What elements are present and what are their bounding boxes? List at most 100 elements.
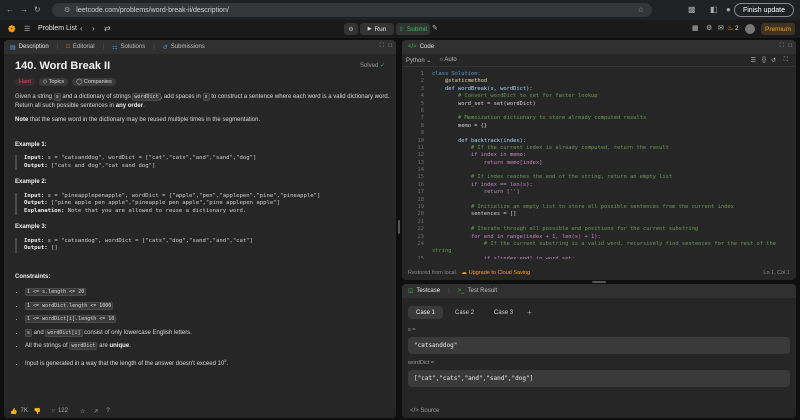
inline-code: wordDict [132, 93, 161, 101]
premium-button[interactable]: Premium [761, 23, 795, 35]
settings-icon[interactable]: ⚙ [706, 24, 712, 32]
line-number: 14 [417, 167, 425, 174]
share-icon[interactable]: ↗ [93, 408, 98, 415]
example-block: Input: s = "catsanddog", wordDict = ["ca… [15, 155, 385, 170]
address-bar[interactable]: ⚙ leetcode.com/problems/word-break-ii/de… [52, 3, 652, 17]
run-button[interactable]: ▶ Run [360, 23, 394, 35]
auto-toggle[interactable]: ○ Auto [439, 57, 456, 63]
tab-editorial[interactable]: □ Editorial [66, 44, 94, 50]
layout-icon[interactable]: ▦ [692, 24, 699, 32]
constraint-item: 1 <= s.length <= 20 [25, 286, 385, 300]
input-label: Input: [24, 155, 45, 161]
code-line: 9 [402, 130, 796, 137]
problem-title[interactable]: 140. Word Break II [15, 61, 110, 71]
like-count: 7K [20, 408, 28, 414]
line-number: 18 [417, 196, 425, 203]
code-editor[interactable]: 1 class Solution: 2 @staticmethod 3 def wor… [402, 67, 796, 259]
tab-divider: | [102, 44, 105, 50]
tab-test-result[interactable]: >_ Test Result [458, 288, 498, 294]
line-number [402, 248, 432, 255]
constraints-title: Constraints: [15, 273, 51, 280]
code-collapse-icon[interactable]: □ [788, 43, 792, 49]
braces-icon[interactable]: {} [762, 57, 766, 63]
problem-list-link[interactable]: Problem List [38, 25, 77, 32]
finish-update-button[interactable]: Finish update [733, 3, 794, 17]
tab-code[interactable]: </> Code [408, 44, 434, 50]
statement-text: , add spaces in [160, 94, 203, 100]
tab-testcase[interactable]: ☑ Testcase [408, 288, 440, 295]
constraint-bold: unique [109, 343, 130, 349]
tab-submissions[interactable]: ↺ Submissions [163, 44, 205, 51]
comment-icon[interactable]: ○ [51, 408, 55, 414]
constraint-text: are [97, 343, 110, 349]
reload-icon[interactable]: ↻ [34, 5, 41, 14]
submit-button[interactable]: ⇧ Submit [396, 23, 430, 35]
dislike-icon[interactable]: 👎 [34, 408, 41, 415]
tab-testcase-label: Testcase [416, 288, 441, 294]
site-info-icon[interactable]: ⚙ [64, 6, 70, 14]
problem-list-icon[interactable]: ☰ [24, 25, 30, 33]
description-panel: ▤ Description | □ Editorial | ⚏ Solutions |… [4, 40, 396, 418]
statement-bold: any order [115, 102, 144, 109]
constraint-text: Input is generated in a way that the len… [25, 360, 225, 367]
terminal-icon: >_ [457, 288, 465, 294]
back-icon[interactable]: ← [6, 5, 14, 14]
code-line: 20 sentences = [] [402, 211, 796, 218]
case-tab-2[interactable]: Case 2 [447, 306, 482, 319]
shuffle-icon[interactable]: ⇄ [104, 24, 111, 33]
prev-problem-icon[interactable]: ‹ [80, 24, 83, 33]
constraints-list: 1 <= s.length <= 20 1 <= wordDict.length… [15, 286, 385, 371]
source-link[interactable]: </> Source [410, 408, 439, 414]
output-label: Output: [24, 200, 48, 206]
topics-badge[interactable]: ◇ Topics [38, 77, 69, 86]
notifications-icon[interactable]: ✉ [718, 24, 724, 32]
tab-description[interactable]: ▤ Description [10, 44, 49, 51]
add-case-button[interactable]: + [527, 308, 532, 317]
code-text: @staticmethod [432, 78, 488, 85]
code-line: 6 [402, 108, 796, 115]
code-text: string [432, 248, 452, 255]
description-tabs: ▤ Description | □ Editorial | ⚏ Solutions |… [4, 40, 396, 54]
code-text: # Convert wordDict to set for faster loo… [432, 93, 598, 100]
companies-badge[interactable]: ◯ Companies [72, 77, 116, 86]
testcase-input-s[interactable]: "catsanddog" [408, 337, 790, 354]
code-line: 19 # Initialize an empty list to store a… [402, 204, 796, 211]
notes-icon[interactable]: ✎ [432, 24, 438, 32]
avatar[interactable] [745, 24, 755, 34]
case-label: Case 3 [494, 309, 514, 316]
format-icon[interactable]: ☰ [751, 57, 756, 64]
line-number: 21 [417, 218, 425, 225]
code-text: memo = {} [432, 122, 488, 129]
case-tab-3[interactable]: Case 3 [486, 306, 521, 319]
case-tab-1[interactable]: Case 1 [408, 306, 444, 319]
next-problem-icon[interactable]: › [92, 24, 95, 33]
star-icon[interactable]: ☆ [80, 408, 85, 415]
bookmark-icon[interactable]: ☆ [638, 6, 644, 14]
sidebar-icon[interactable]: ◧ [710, 5, 718, 14]
code-maximize-icon[interactable]: ⛶ [780, 43, 784, 50]
forward-icon[interactable]: → [20, 5, 28, 14]
example-output: [] [50, 245, 58, 251]
tab-solutions[interactable]: ⚏ Solutions [112, 44, 145, 51]
debug-button[interactable]: ⚙ [344, 23, 358, 35]
horizontal-splitter[interactable] [592, 281, 606, 283]
upgrade-link[interactable]: Upgrade to Cloud Saving [469, 270, 530, 276]
problem-content: 140. Word Break II Solved ✓ Hard ◇ Topic… [4, 54, 396, 404]
leetcode-logo[interactable]: ❁ [8, 24, 16, 35]
chevron-down-icon: ⌄ [426, 57, 432, 64]
like-icon[interactable]: 👍 [10, 408, 17, 415]
help-icon[interactable]: ? [106, 408, 109, 414]
maximize-icon[interactable]: ⛶ [380, 43, 384, 50]
testcase-input-worddict[interactable]: ["cat","cats","and","sand","dog"] [408, 370, 790, 387]
vertical-splitter[interactable] [398, 220, 400, 234]
fullscreen-icon[interactable]: ⛶ [784, 57, 788, 64]
description-footer: 👍 7K 👎 ○ 122 ☆ ↗ ? [4, 404, 396, 418]
language-select[interactable]: Python ⌄ [406, 57, 431, 64]
code-line: 23 for end in range(index + 1, len(s) + … [402, 234, 796, 241]
collapse-icon[interactable]: □ [388, 43, 392, 49]
reset-icon[interactable]: ↺ [771, 57, 776, 64]
profile-icon[interactable]: ● [726, 5, 731, 14]
extensions-icon[interactable]: ▩ [688, 5, 696, 14]
tab-test-result-label: Test Result [467, 288, 498, 294]
constraint-item: 1 <= wordDict.length <= 1000 [25, 300, 385, 314]
